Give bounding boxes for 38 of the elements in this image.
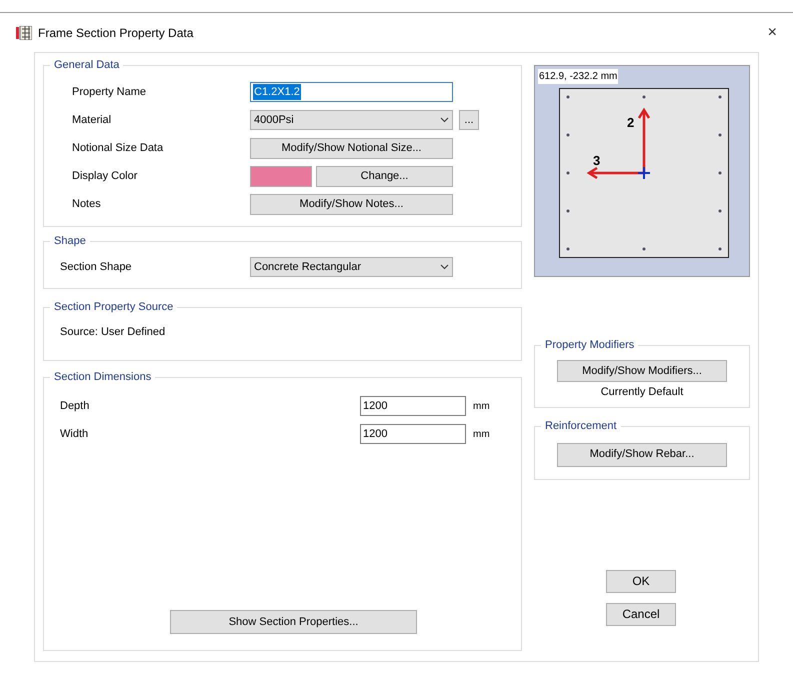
coordinate-readout: 612.9, -232.2 mm xyxy=(538,69,618,84)
section-shape-dropdown[interactable]: Concrete Rectangular xyxy=(250,257,453,277)
property-name-field[interactable]: C1.2X1.2 xyxy=(250,82,453,102)
field-value: C1.2X1.2 xyxy=(253,84,301,100)
field-label: Depth xyxy=(59,398,90,414)
show-section-properties-button[interactable]: Show Section Properties... xyxy=(170,610,417,634)
app-icon xyxy=(16,26,32,40)
axis-label: 2 xyxy=(627,114,634,132)
group-title: Property Modifiers xyxy=(541,337,638,354)
field-label: Section Shape xyxy=(59,260,133,275)
field-label: Material xyxy=(71,112,112,128)
browse-button[interactable]: ... xyxy=(459,110,479,130)
unit-label: mm xyxy=(473,428,490,442)
field-label: Width xyxy=(59,426,90,442)
dialog-button[interactable]: OK xyxy=(606,570,676,592)
modify-rebar-button[interactable]: Modify/Show Rebar... xyxy=(557,442,727,466)
dimension-field[interactable]: 1200 xyxy=(360,424,466,444)
field-label: Notes xyxy=(71,196,102,212)
chevron-down-icon xyxy=(440,117,449,123)
dimension-field[interactable]: 1200 xyxy=(360,396,466,416)
field-label: Notional Size Data xyxy=(71,140,164,156)
modify-modifiers-button[interactable]: Modify/Show Modifiers... xyxy=(557,360,727,382)
group-title: Shape xyxy=(50,233,90,250)
modify-button[interactable]: Modify/Show Notional Size... xyxy=(250,138,453,158)
group-title: Section Property Source xyxy=(50,299,178,316)
axis-label: 3 xyxy=(593,152,600,170)
field-label: Display Color xyxy=(71,168,138,184)
dialog-button[interactable]: Cancel xyxy=(606,602,676,626)
window-title: Frame Section Property Data xyxy=(38,24,194,42)
modifiers-status: Currently Default xyxy=(600,385,684,400)
source-text: Source: User Defined xyxy=(59,325,166,340)
close-button[interactable]: × xyxy=(768,20,777,44)
change-button[interactable]: Change... xyxy=(316,166,453,186)
material-dropdown[interactable]: 4000Psi xyxy=(250,110,453,130)
chevron-down-icon xyxy=(440,264,449,270)
field-label: Property Name xyxy=(71,84,147,100)
unit-label: mm xyxy=(473,400,490,414)
modify-button[interactable]: Modify/Show Notes... xyxy=(250,194,453,214)
